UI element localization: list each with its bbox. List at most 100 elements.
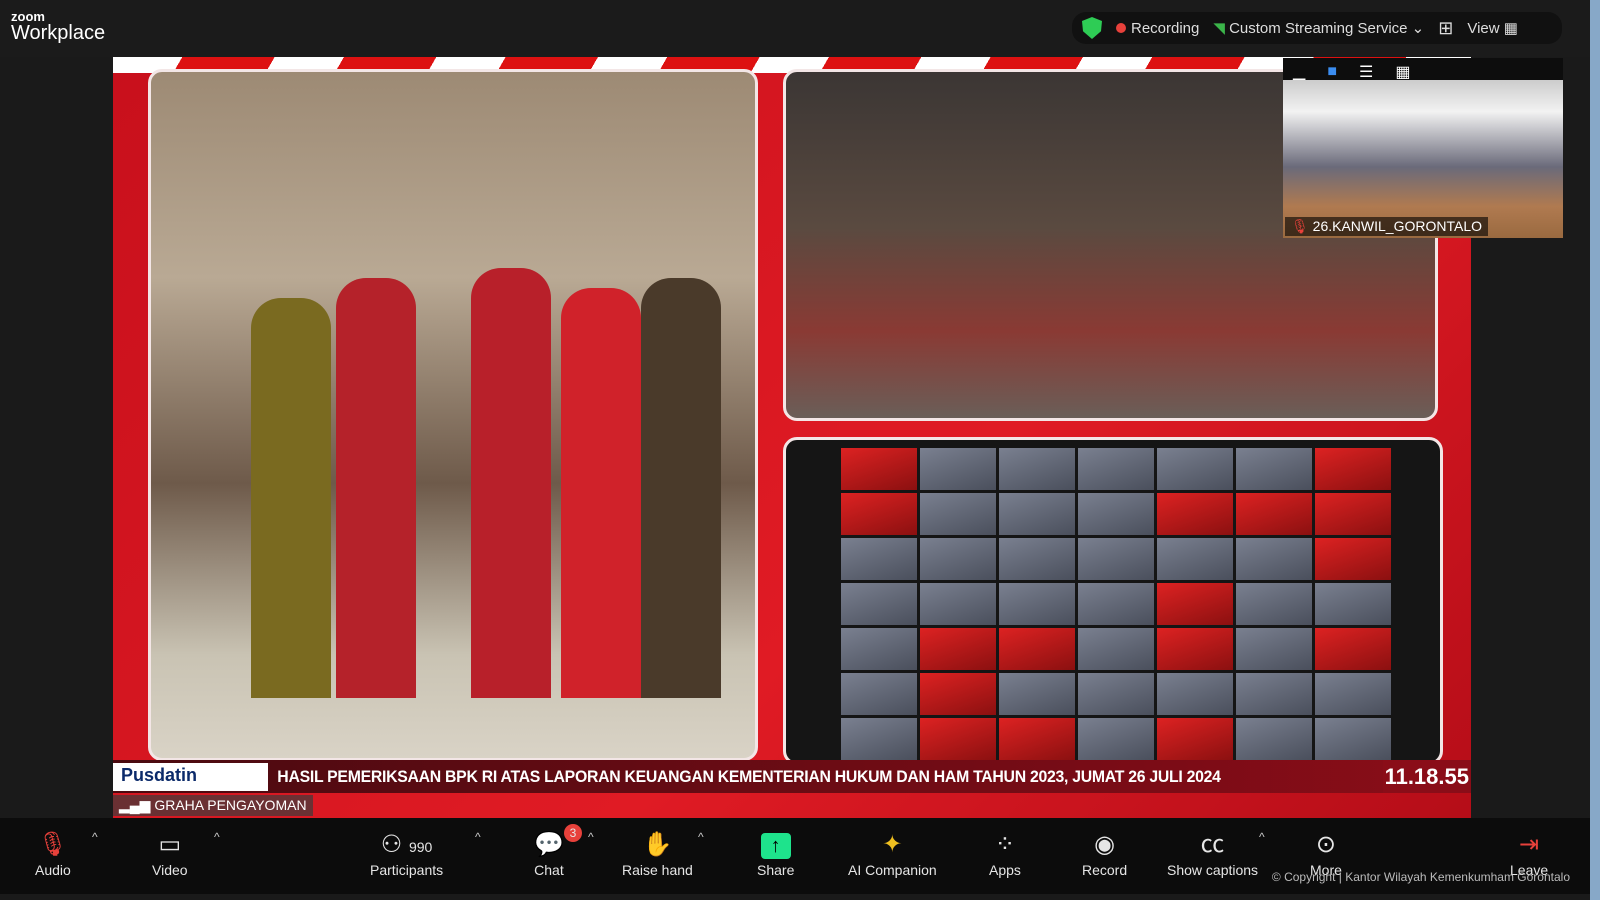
gallery-tile (1078, 718, 1154, 760)
gallery-tile (1315, 583, 1391, 625)
gallery-tile (920, 628, 996, 670)
news-ticker: Pusdatin HASIL PEMERIKSAAN BPK RI ATAS L… (113, 760, 1471, 793)
gallery-tile (1078, 448, 1154, 490)
gallery-tile (999, 718, 1075, 760)
signal-icon: ▂▄▆ (119, 797, 151, 813)
top-bar: zoom Workplace Recording ◥ Custom Streami… (0, 0, 1600, 57)
shared-video: Pusdatin HASIL PEMERIKSAAN BPK RI ATAS L… (113, 57, 1471, 819)
stack-view-icon[interactable]: ☰ (1359, 62, 1373, 82)
audio-button[interactable]: 🎙 Audio (35, 828, 71, 878)
chat-icon: 💬 (534, 831, 564, 858)
grid-view-icon[interactable]: ▦ (1395, 62, 1410, 82)
gallery-tile (1157, 628, 1233, 670)
chat-button[interactable]: 💬 3 Chat (534, 824, 582, 878)
person (561, 288, 641, 698)
gallery-tile (920, 583, 996, 625)
captions-button[interactable]: ㏄ Show captions (1167, 828, 1258, 878)
gallery-tile (920, 718, 996, 760)
apps-button[interactable]: ⁘ Apps (989, 828, 1021, 878)
chat-options-chevron[interactable]: ^ (588, 830, 594, 844)
person (251, 298, 331, 698)
meeting-status-bar: Recording ◥ Custom Streaming Service ⌄ ⊞… (1072, 12, 1562, 44)
more-icon: ⊙ (1315, 831, 1336, 858)
gallery-tile (1315, 718, 1391, 760)
raise-hand-button[interactable]: ✋ Raise hand (622, 828, 693, 878)
gallery-tile (1236, 448, 1312, 490)
gallery-tile (920, 673, 996, 715)
participants-options-chevron[interactable]: ^ (475, 830, 481, 844)
gallery-tile (1078, 628, 1154, 670)
hand-icon: ✋ (642, 831, 673, 858)
video-camera-icon: ▭ (158, 831, 182, 858)
gallery-tile (999, 493, 1075, 535)
person (641, 278, 721, 698)
gallery-tile (1157, 583, 1233, 625)
gallery-tile (1236, 718, 1312, 760)
gallery-tile (841, 718, 917, 760)
gallery-tile (1236, 538, 1312, 580)
gallery-tile (1236, 628, 1312, 670)
participant-gallery (783, 437, 1443, 765)
gallery-tile (999, 448, 1075, 490)
participants-button[interactable]: ⚇ 990 Participants (370, 828, 443, 878)
gallery-tile (920, 448, 996, 490)
speaker-name-label: ▂▄▆ GRAHA PENGAYOMAN (113, 795, 313, 816)
gallery-tile (841, 448, 917, 490)
gallery-tile (1236, 493, 1312, 535)
gallery-layout-icon[interactable]: ⊞ (1438, 18, 1453, 39)
apps-icon: ⁘ (994, 831, 1016, 858)
gallery-tile (1078, 673, 1154, 715)
participant-video (1283, 80, 1563, 238)
gallery-tile (841, 493, 917, 535)
sparkle-icon: ✦ (882, 831, 903, 858)
gallery-tile (999, 673, 1075, 715)
video-options-chevron[interactable]: ^ (214, 830, 220, 844)
participants-icon: ⚇ 990 (380, 831, 433, 858)
recording-dot-icon (1116, 22, 1126, 33)
single-view-icon[interactable]: ■ (1327, 63, 1337, 81)
gallery-tile (1157, 448, 1233, 490)
chat-badge: 3 (564, 824, 582, 842)
video-button[interactable]: ▭ Video (152, 828, 188, 878)
pusdatin-logo: Pusdatin (113, 762, 268, 791)
gallery-tile (841, 628, 917, 670)
gallery-tile (920, 493, 996, 535)
gallery-tile (1157, 673, 1233, 715)
clock: 11.18.55 (1382, 760, 1471, 793)
record-icon: ◉ (1094, 831, 1116, 858)
streaming-icon: ◥ (1213, 20, 1225, 37)
cc-icon: ㏄ (1200, 831, 1225, 858)
chevron-down-icon: ⌄ (1411, 20, 1425, 37)
gallery-tile (999, 583, 1075, 625)
gallery-tile (1157, 493, 1233, 535)
minimize-icon[interactable]: ▁ (1293, 62, 1305, 82)
record-button[interactable]: ◉ Record (1082, 828, 1127, 878)
gallery-tile (1236, 673, 1312, 715)
audio-options-chevron[interactable]: ^ (92, 830, 98, 844)
recording-indicator[interactable]: Recording (1116, 20, 1199, 37)
gallery-tile (999, 628, 1075, 670)
share-button[interactable]: ↑ Share (757, 828, 794, 878)
leave-icon: ⇥ (1519, 831, 1540, 858)
self-view-thumbnail[interactable]: ▁ ■ ☰ ▦ 🎙 26.KANWIL_GORONTALO (1283, 58, 1563, 238)
captions-options-chevron[interactable]: ^ (1259, 830, 1265, 844)
gallery-tile (1315, 493, 1391, 535)
reactions-chevron[interactable]: ^ (698, 830, 704, 844)
ai-companion-button[interactable]: ✦ AI Companion (848, 828, 937, 878)
view-button[interactable]: View ▦ (1467, 19, 1518, 37)
gallery-tile (1315, 448, 1391, 490)
muted-mic-icon: 🎙 (37, 831, 69, 858)
gallery-tile (841, 583, 917, 625)
security-shield-icon[interactable] (1082, 17, 1102, 39)
person (336, 278, 416, 698)
gallery-tile (1157, 538, 1233, 580)
gallery-tile (1078, 493, 1154, 535)
gallery-tile (999, 538, 1075, 580)
muted-mic-icon: 🎙 (1291, 218, 1309, 234)
participant-name: 🎙 26.KANWIL_GORONTALO (1285, 217, 1489, 236)
gallery-tile (920, 538, 996, 580)
streaming-menu[interactable]: ◥ Custom Streaming Service ⌄ (1213, 19, 1424, 37)
view-icon: ▦ (1503, 20, 1518, 37)
share-icon: ↑ (760, 828, 791, 862)
copyright-text: © Copyright | Kantor Wilayah Kemenkumham… (1271, 870, 1570, 884)
